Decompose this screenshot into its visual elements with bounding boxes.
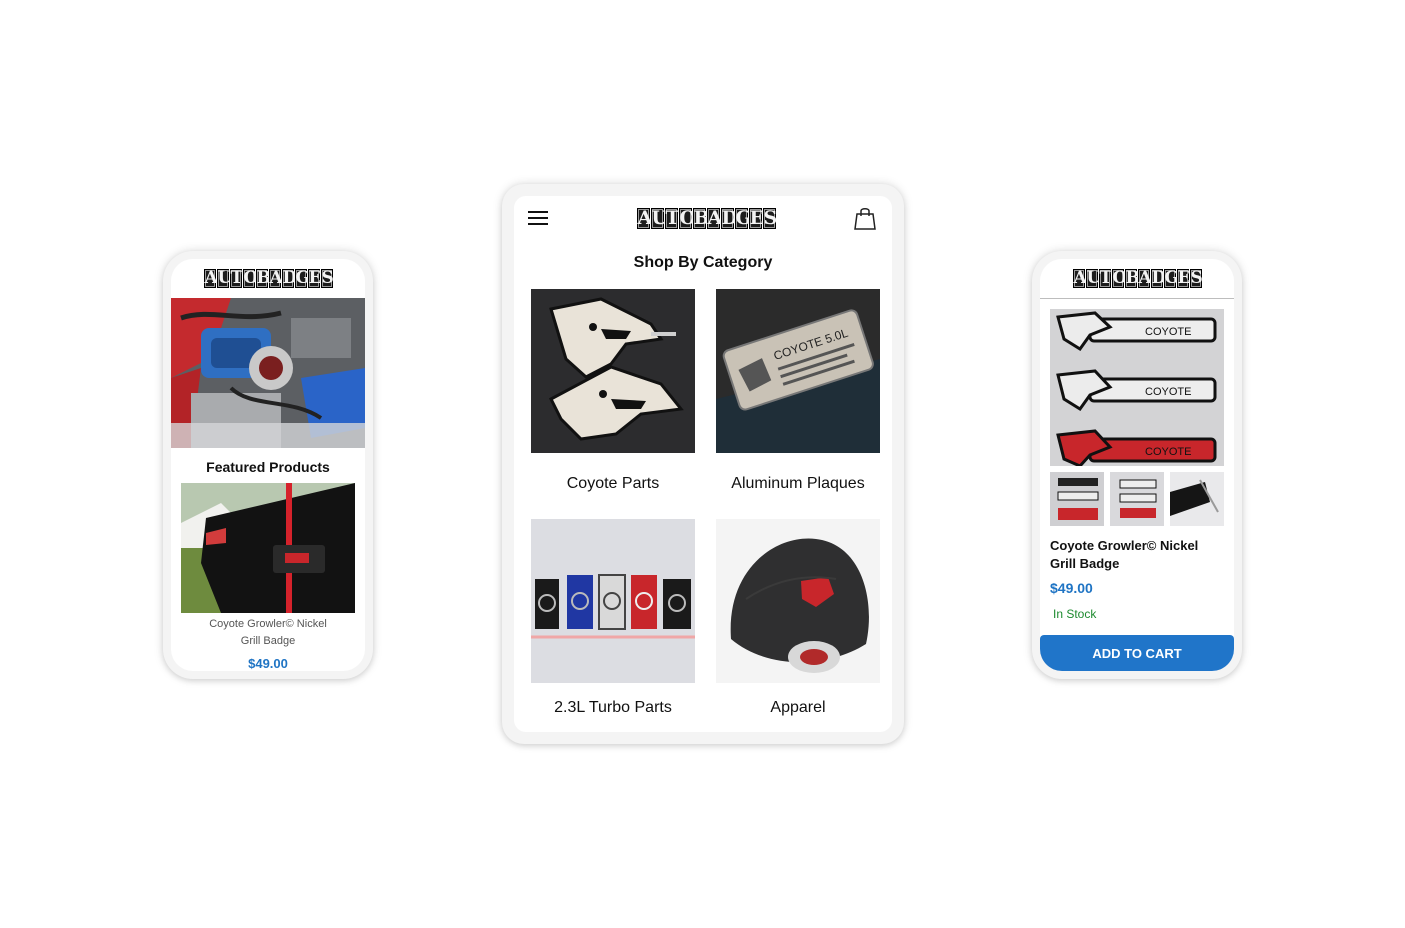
featured-products-title: Featured Products: [206, 459, 330, 475]
category-label-turbo-parts[interactable]: 2.3L Turbo Parts: [531, 699, 695, 717]
product-thumbnail-3[interactable]: [1170, 472, 1224, 526]
logo[interactable]: AUTOBADGES: [1040, 269, 1234, 288]
shopping-bag-icon[interactable]: [854, 206, 876, 230]
shop-by-category-heading: Shop By Category: [633, 254, 773, 271]
product-image[interactable]: [181, 483, 355, 613]
badge-text-2: COYOTE: [1145, 386, 1191, 398]
add-to-cart-button[interactable]: ADD TO CART: [1040, 635, 1234, 671]
logo[interactable]: AUTOBADGES: [514, 208, 892, 229]
product-title-line1: Coyote Growler© Nickel: [1050, 538, 1199, 553]
tablet-screen: AUTOBADGES Shop By Category Coyote Parts…: [514, 196, 892, 732]
product-main-image[interactable]: COYOTE COYOTE COYOTE: [1050, 309, 1224, 466]
category-label-aluminum-plaques[interactable]: Aluminum Plaques: [716, 475, 880, 493]
product-price: $49.00: [1050, 580, 1093, 596]
category-label-apparel[interactable]: Apparel: [716, 699, 880, 717]
category-image-coyote-parts[interactable]: [531, 289, 695, 453]
center-tablet-mockup: AUTOBADGES Shop By Category Coyote Parts…: [502, 184, 904, 744]
header-divider: [1040, 298, 1234, 299]
category-image-turbo-parts[interactable]: [531, 519, 695, 683]
left-phone-screen: AUTOBADGES Featured Products Coyote Grow…: [171, 259, 365, 671]
product-price: $49.00: [248, 656, 288, 671]
right-phone-screen: AUTOBADGES COYOTE COYOTE COYOTE Coyote G…: [1040, 259, 1234, 671]
product-name-line2[interactable]: Grill Badge: [171, 635, 365, 647]
left-phone-mockup: AUTOBADGES Featured Products Coyote Grow…: [163, 251, 373, 679]
add-to-cart-label: ADD TO CART: [1092, 646, 1182, 661]
product-thumbnail-2[interactable]: [1110, 472, 1164, 526]
stock-status: In Stock: [1053, 607, 1097, 621]
right-phone-mockup: AUTOBADGES COYOTE COYOTE COYOTE Coyote G…: [1032, 251, 1242, 679]
category-image-aluminum-plaques[interactable]: COYOTE 5.0L: [716, 289, 880, 453]
badge-text-3: COYOTE: [1145, 446, 1191, 458]
product-name-line1[interactable]: Coyote Growler© Nickel: [171, 618, 365, 630]
logo[interactable]: AUTOBADGES: [171, 269, 365, 288]
product-thumbnail-1[interactable]: [1050, 472, 1104, 526]
category-label-coyote-parts[interactable]: Coyote Parts: [531, 475, 695, 493]
category-image-apparel[interactable]: [716, 519, 880, 683]
badge-text-1: COYOTE: [1145, 326, 1191, 338]
hero-engine-image: [171, 298, 365, 448]
product-title-line2: Grill Badge: [1050, 556, 1120, 571]
